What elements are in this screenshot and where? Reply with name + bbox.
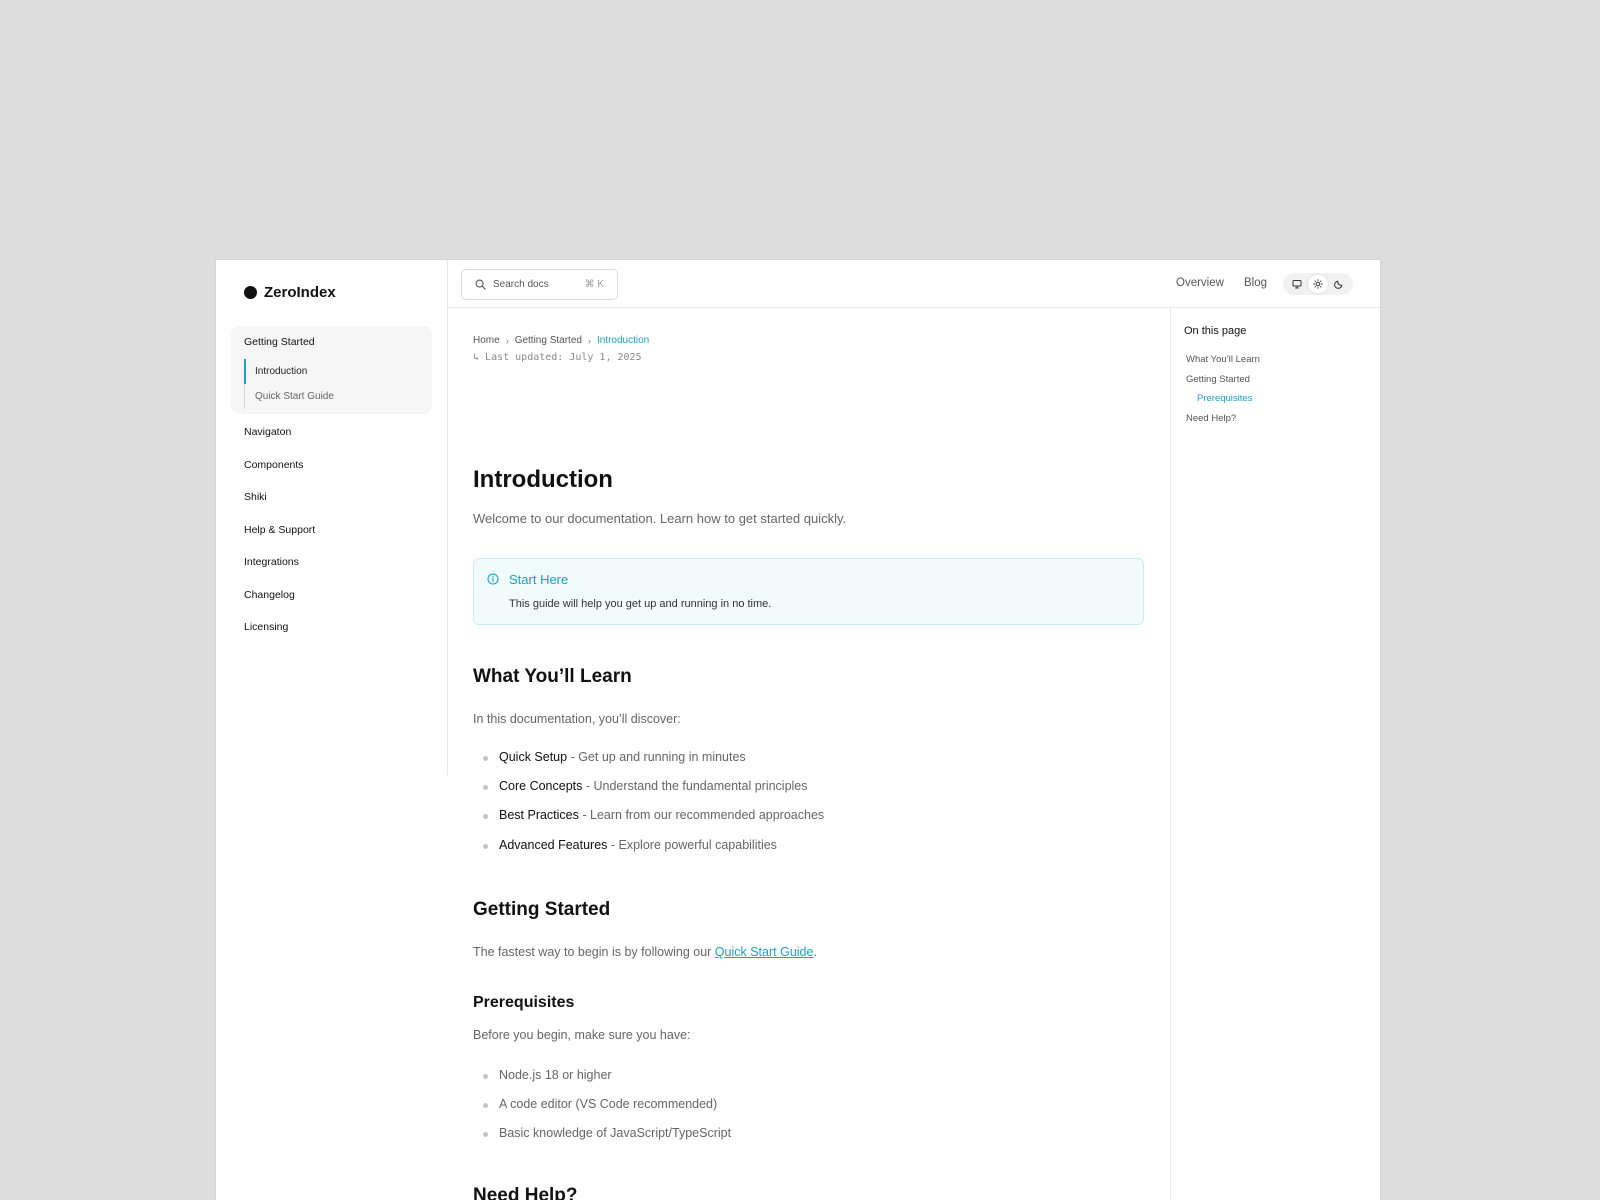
learn-intro: In this documentation, you’ll discover:: [473, 712, 681, 726]
sidebar-item-shiki[interactable]: Shiki: [244, 490, 315, 523]
theme-dark-button[interactable]: [1329, 275, 1349, 293]
sidebar-item-licensing[interactable]: Licensing: [244, 620, 315, 653]
theme-switcher: [1283, 273, 1353, 295]
list-item: Advanced Features - Explore powerful cap…: [483, 838, 824, 867]
search-icon: [475, 279, 486, 290]
sidebar-item-integrations[interactable]: Integrations: [244, 555, 315, 588]
sidebar-item-changelog[interactable]: Changelog: [244, 588, 315, 621]
list-item-text: A code editor (VS Code recommended): [499, 1097, 718, 1112]
toc-title: On this page: [1184, 325, 1247, 337]
sidebar: ZeroIndex Getting Started Introduction Q…: [216, 260, 448, 775]
main-content: Home › Getting Started › Introduction ↳ …: [449, 309, 1170, 1200]
sidebar-group-title[interactable]: Getting Started: [244, 336, 315, 348]
heading-prerequisites: Prerequisites: [473, 994, 575, 1011]
heading-getting-started: Getting Started: [473, 899, 611, 920]
callout-text: This guide will help you get up and runn…: [509, 598, 772, 610]
bullet-icon: [483, 843, 488, 849]
bullet-icon: [483, 756, 488, 761]
theme-light-button[interactable]: [1307, 275, 1328, 293]
corner-arrow-icon: ↳: [473, 352, 486, 363]
sidebar-item-navigaton[interactable]: Navigaton: [244, 425, 315, 458]
last-updated: ↳ Last updated: July 1, 2025: [473, 352, 642, 363]
theme-system-button[interactable]: [1287, 275, 1307, 293]
sidebar-item-introduction[interactable]: Introduction: [244, 359, 414, 384]
bullet-icon: [483, 785, 488, 791]
toc-item-what-youll-learn[interactable]: What You’ll Learn: [1186, 353, 1260, 373]
breadcrumb-home[interactable]: Home: [473, 335, 500, 346]
last-updated-text: Last updated: July 1, 2025: [485, 352, 642, 363]
page-lead: Welcome to our documentation. Learn how …: [473, 511, 847, 526]
heading-need-help: Need Help?: [473, 1185, 578, 1200]
search-input[interactable]: Search docs ⌘ K: [461, 269, 618, 300]
list-item-term: Best Practices: [499, 808, 579, 823]
list-item-term: Core Concepts: [499, 779, 583, 794]
docs-window: ZeroIndex Getting Started Introduction Q…: [216, 260, 1380, 1200]
list-item-desc: - Understand the fundamental principles: [582, 779, 808, 794]
toc-item-need-help[interactable]: Need Help?: [1186, 412, 1260, 432]
monitor-icon: [1292, 280, 1302, 289]
getting-started-text-before: The fastest way to begin is by following…: [473, 945, 715, 959]
list-item-desc: - Learn from our recommended approaches: [578, 808, 825, 823]
brand-name: ZeroIndex: [264, 284, 336, 301]
chevron-right-icon: ›: [587, 335, 591, 346]
breadcrumb-current: Introduction: [596, 335, 650, 346]
prerequisites-intro: Before you begin, make sure you have:: [473, 1028, 691, 1042]
list-item: Best Practices - Learn from our recommen…: [483, 808, 824, 837]
breadcrumb: Home › Getting Started › Introduction: [473, 335, 649, 346]
list-item: Basic knowledge of JavaScript/TypeScript: [483, 1126, 731, 1155]
chevron-right-icon: ›: [505, 335, 509, 346]
callout-start-here: Start Here This guide will help you get …: [473, 558, 1144, 625]
toc-item-prerequisites[interactable]: Prerequisites: [1186, 392, 1260, 412]
nav-link-blog[interactable]: Blog: [1244, 277, 1267, 289]
list-item: Quick Setup - Get up and running in minu…: [483, 750, 824, 779]
learn-list: Quick Setup - Get up and running in minu…: [483, 750, 824, 867]
sun-icon: [1313, 279, 1323, 289]
sidebar-sublist: Introduction Quick Start Guide: [244, 359, 414, 409]
bullet-icon: [483, 1132, 488, 1138]
list-item-desc: - Get up and running in minutes: [567, 750, 746, 764]
list-item-term: Quick Setup: [499, 750, 568, 764]
info-icon: [487, 573, 499, 585]
sidebar-nav-list: Navigaton Components Shiki Help & Suppor…: [244, 425, 315, 653]
callout-title: Start Here: [509, 572, 569, 587]
nav-link-overview[interactable]: Overview: [1176, 277, 1224, 289]
heading-what-youll-learn: What You’ll Learn: [473, 666, 632, 687]
bullet-icon: [483, 1074, 488, 1079]
search-placeholder: Search docs: [493, 279, 549, 290]
breadcrumb-getting-started[interactable]: Getting Started: [515, 335, 582, 346]
bullet-icon: [483, 814, 488, 820]
getting-started-text-after: .: [813, 945, 817, 959]
list-item: Node.js 18 or higher: [483, 1068, 731, 1097]
sidebar-item-quick-start-guide[interactable]: Quick Start Guide: [245, 384, 414, 409]
top-bar: Search docs ⌘ K Overview Blog: [448, 260, 1380, 308]
sidebar-item-help-support[interactable]: Help & Support: [244, 523, 315, 556]
list-item: A code editor (VS Code recommended): [483, 1097, 731, 1126]
table-of-contents: On this page What You’ll Learn Getting S…: [1170, 309, 1380, 1200]
moon-icon: [1334, 280, 1343, 289]
list-item-text: Basic knowledge of JavaScript/TypeScript: [499, 1126, 732, 1141]
search-shortcut: ⌘ K: [584, 279, 604, 290]
logo-icon: [244, 286, 257, 299]
sidebar-group-getting-started: Getting Started Introduction Quick Start…: [231, 326, 432, 414]
page-title: Introduction: [473, 466, 613, 493]
prerequisites-list: Node.js 18 or higher A code editor (VS C…: [483, 1068, 731, 1156]
list-item-text: Node.js 18 or higher: [499, 1068, 612, 1082]
getting-started-text: The fastest way to begin is by following…: [473, 945, 817, 959]
bullet-icon: [483, 1103, 488, 1109]
brand-logo[interactable]: ZeroIndex: [244, 284, 336, 301]
list-item-term: Advanced Features: [499, 837, 608, 852]
quick-start-guide-link[interactable]: Quick Start Guide: [715, 945, 814, 959]
sidebar-item-components[interactable]: Components: [244, 458, 315, 491]
list-item: Core Concepts - Understand the fundament…: [483, 779, 824, 808]
list-item-desc: - Explore powerful capabilities: [607, 837, 777, 852]
toc-list: What You’ll Learn Getting Started Prereq…: [1186, 353, 1260, 431]
toc-item-getting-started[interactable]: Getting Started: [1186, 373, 1260, 393]
